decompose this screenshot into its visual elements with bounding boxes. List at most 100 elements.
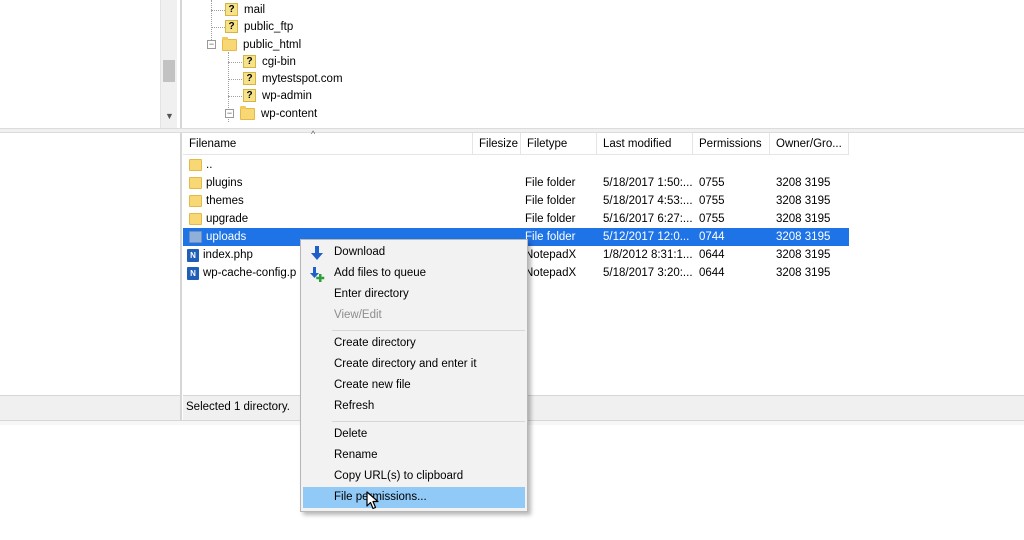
collapse-icon[interactable]: − <box>225 109 234 118</box>
pane-divider <box>180 133 182 420</box>
scroll-down-arrow-icon[interactable]: ▼ <box>164 110 175 122</box>
notepadx-file-icon: N <box>187 266 199 280</box>
unknown-folder-icon: ? <box>225 3 238 16</box>
status-text: Selected 1 directory. <box>186 401 290 413</box>
folder-icon <box>189 195 202 207</box>
file-modified <box>597 156 693 174</box>
tree-item-label: cgi-bin <box>262 55 296 68</box>
file-type: File folder <box>525 231 576 243</box>
file-row-upgrade[interactable]: upgrade File folder 5/16/2017 6:27:... 0… <box>183 210 849 228</box>
menu-item-label: File permissions... <box>334 491 427 503</box>
menu-item-label: Copy URL(s) to clipboard <box>334 470 464 482</box>
file-type: File folder <box>525 195 576 207</box>
file-permissions: 0755 <box>699 177 725 189</box>
tree-item-public-ftp[interactable]: ? public_ftp <box>225 18 293 35</box>
file-name: .. <box>206 159 213 171</box>
remote-directory-tree-pane: ▼ ? mail ? public_ftp − public_html ? cg… <box>0 0 1024 128</box>
menu-item-create-new-file[interactable]: Create new file <box>303 375 525 396</box>
menu-item-download[interactable]: Download <box>303 242 525 263</box>
file-owner: 3208 3195 <box>776 195 831 207</box>
folder-icon <box>189 231 202 243</box>
tree-scrollbar[interactable]: ▼ <box>160 0 177 128</box>
menu-item-file-permissions[interactable]: File permissions... <box>303 487 525 508</box>
tree-item-wp-admin[interactable]: ? wp-admin <box>243 87 312 104</box>
tree-item-mail[interactable]: ? mail <box>225 1 265 18</box>
menu-item-label: Delete <box>334 428 368 440</box>
file-permissions: 0644 <box>699 267 725 279</box>
tree-item-label: wp-content <box>261 107 318 120</box>
file-owner: 3208 3195 <box>776 267 831 279</box>
pane-divider <box>180 0 182 128</box>
file-name: uploads <box>206 231 247 243</box>
file-modified: 5/18/2017 3:20:... <box>603 267 693 279</box>
file-name: upgrade <box>206 213 249 225</box>
menu-item-add-to-queue[interactable]: Add files to queue <box>303 263 525 284</box>
unknown-folder-icon: ? <box>243 89 256 102</box>
file-name: plugins <box>206 177 243 189</box>
menu-item-rename[interactable]: Rename <box>303 445 525 466</box>
tree-guide-line <box>228 79 242 80</box>
tree-item-wp-content[interactable]: − wp-content <box>225 105 318 122</box>
folder-icon <box>189 213 202 225</box>
file-owner: 3208 3195 <box>776 231 831 243</box>
menu-item-enter-directory[interactable]: Enter directory <box>303 284 525 305</box>
tree-guide-line <box>211 10 225 11</box>
tree-item-label: mail <box>244 3 266 16</box>
menu-item-label: Add files to queue <box>334 267 427 279</box>
menu-item-create-directory[interactable]: Create directory <box>303 333 525 354</box>
file-type: NotepadX <box>525 267 577 279</box>
file-name: index.php <box>203 249 253 261</box>
file-owner: 3208 3195 <box>776 177 831 189</box>
tree-item-cgi-bin[interactable]: ? cgi-bin <box>243 53 296 70</box>
tree-guide-line <box>211 27 225 28</box>
menu-item-label: Refresh <box>334 400 375 412</box>
file-size <box>473 174 521 192</box>
context-menu: Download Add files to queue Enter direct… <box>300 239 528 512</box>
tree-scroll-thumb[interactable] <box>163 60 175 82</box>
file-row-parent[interactable]: .. <box>183 156 849 174</box>
folder-icon <box>189 159 202 171</box>
add-to-queue-icon <box>310 267 325 282</box>
file-modified: 5/18/2017 4:53:... <box>603 195 693 207</box>
file-modified: 5/12/2017 12:0... <box>603 231 690 243</box>
menu-item-delete[interactable]: Delete <box>303 424 525 445</box>
column-filesize[interactable]: Filesize <box>473 133 521 155</box>
file-row-plugins[interactable]: plugins File folder 5/18/2017 1:50:... 0… <box>183 174 849 192</box>
menu-item-label: View/Edit <box>334 309 382 321</box>
menu-item-create-directory-enter[interactable]: Create directory and enter it <box>303 354 525 375</box>
file-permissions: 0755 <box>699 195 725 207</box>
folder-icon <box>189 177 202 189</box>
tree-item-label: public_html <box>243 38 302 51</box>
file-permissions: 0755 <box>699 213 725 225</box>
tree-item-public-html[interactable]: − public_html <box>207 36 301 53</box>
file-size <box>473 192 521 210</box>
file-owner: 3208 3195 <box>776 249 831 261</box>
file-name: wp-cache-config.p <box>203 267 297 279</box>
tree-guide-line <box>228 96 242 97</box>
menu-item-label: Rename <box>334 449 378 461</box>
file-modified: 5/18/2017 1:50:... <box>603 177 693 189</box>
file-name: themes <box>206 195 244 207</box>
file-owner <box>770 156 849 174</box>
column-filetype[interactable]: Filetype <box>521 133 597 155</box>
menu-item-copy-url[interactable]: Copy URL(s) to clipboard <box>303 466 525 487</box>
file-row-themes[interactable]: themes File folder 5/18/2017 4:53:... 07… <box>183 192 849 210</box>
menu-item-refresh[interactable]: Refresh <box>303 396 525 417</box>
menu-item-label: Create directory and enter it <box>334 358 477 370</box>
file-modified: 1/8/2012 8:31:1... <box>603 249 693 261</box>
tree-item-label: public_ftp <box>244 20 294 33</box>
column-filename[interactable]: Filename <box>183 133 473 155</box>
column-permissions[interactable]: Permissions <box>693 133 770 155</box>
menu-separator <box>332 330 525 331</box>
tree-item-mytestspot[interactable]: ? mytestspot.com <box>243 70 343 87</box>
menu-item-label: Create directory <box>334 337 416 349</box>
tree-item-label: mytestspot.com <box>262 72 343 85</box>
directory-tree: ? mail ? public_ftp − public_html ? cgi-… <box>183 0 1024 128</box>
file-modified: 5/16/2017 6:27:... <box>603 213 693 225</box>
collapse-icon[interactable]: − <box>207 40 216 49</box>
unknown-folder-icon: ? <box>225 20 238 33</box>
file-type: File folder <box>525 177 576 189</box>
column-last-modified[interactable]: Last modified <box>597 133 693 155</box>
local-pane-blank <box>0 0 160 128</box>
column-owner-group[interactable]: Owner/Gro... <box>770 133 849 155</box>
